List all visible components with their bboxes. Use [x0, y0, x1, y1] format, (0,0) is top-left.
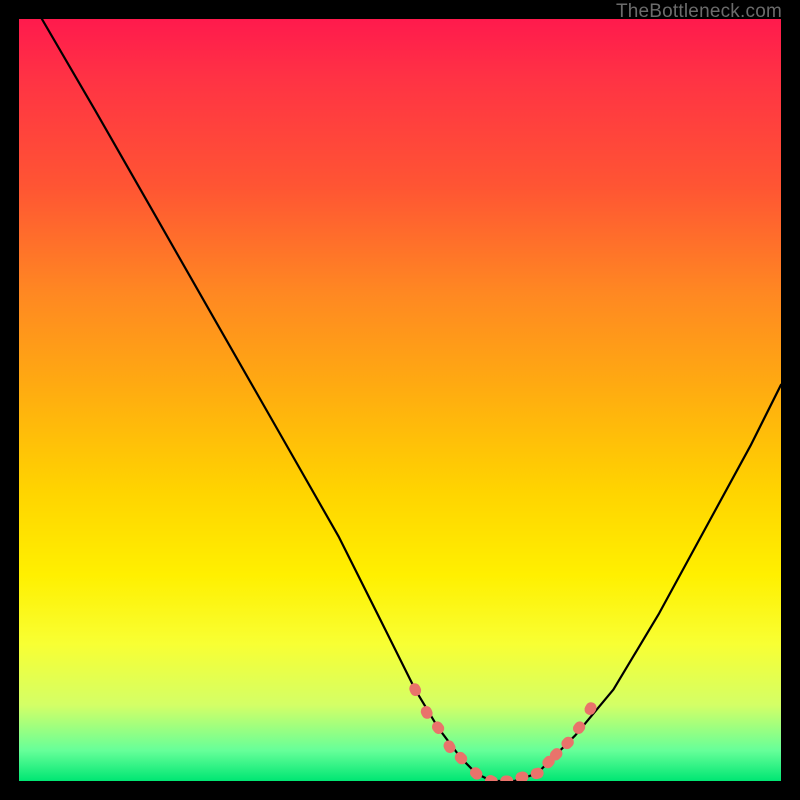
chart-frame: TheBottleneck.com [0, 0, 800, 800]
highlighted-markers [407, 681, 598, 781]
curve-line [42, 19, 781, 781]
chart-svg [19, 19, 781, 781]
plot-area [19, 19, 781, 781]
